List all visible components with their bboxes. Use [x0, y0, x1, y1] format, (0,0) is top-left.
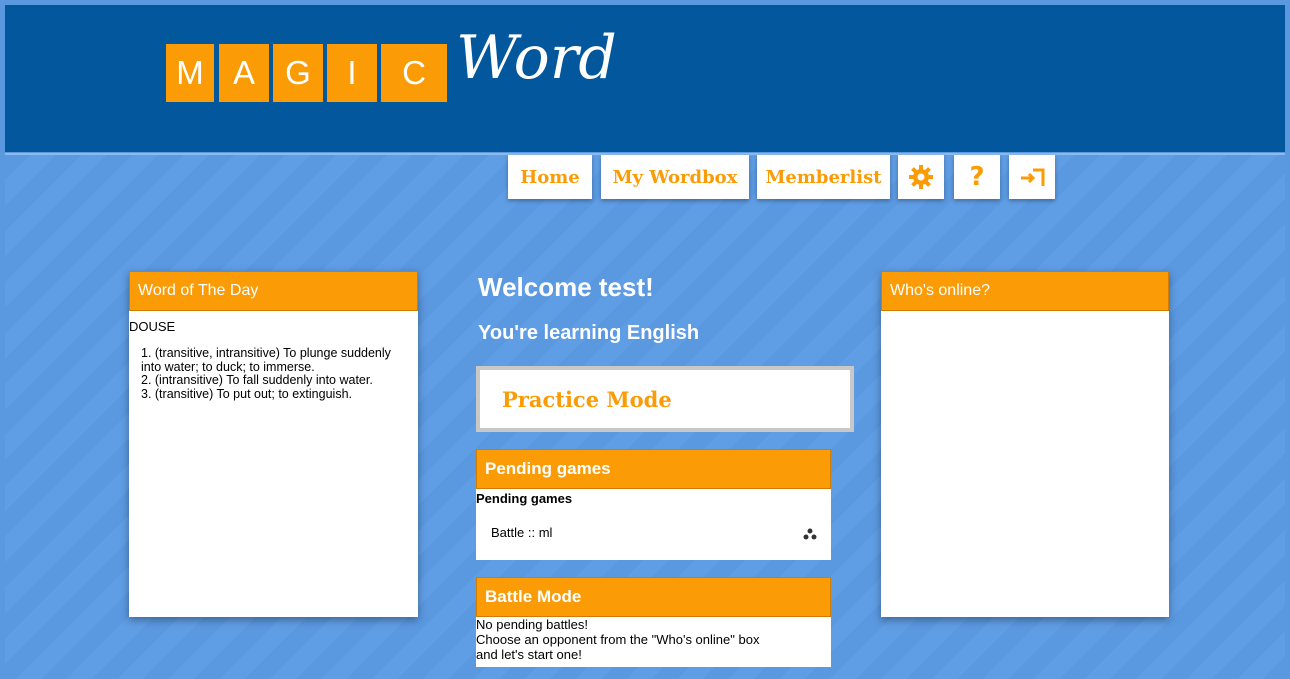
logout-icon [1021, 168, 1045, 186]
nav-memberlist-button[interactable]: Memberlist [757, 155, 890, 199]
pending-game-row[interactable]: Battle :: ml [476, 525, 831, 549]
whos-online-panel: Who's online? [881, 271, 1169, 617]
definition-item: 2. (intransitive) To fall suddenly into … [141, 373, 373, 387]
logout-button[interactable] [1009, 155, 1055, 199]
definition-item: 1. (transitive, intransitive) To plunge … [141, 346, 391, 374]
welcome-title: Welcome test! [478, 272, 654, 302]
gear-icon [909, 165, 933, 189]
battle-mode-panel: Battle Mode No pending battles! Choose a… [476, 577, 831, 667]
battle-mode-header: Battle Mode [476, 577, 831, 617]
players-icon [803, 528, 817, 540]
logo-letter-m: M [166, 44, 214, 102]
whos-online-header: Who's online? [881, 271, 1169, 311]
battle-line-2: Choose an opponent from the "Who's onlin… [476, 632, 760, 647]
battle-mode-text: No pending battles! Choose an opponent f… [476, 617, 831, 662]
nav-home-button[interactable]: Home [508, 155, 592, 199]
battle-line-1: No pending battles! [476, 617, 589, 632]
battle-line-3: and let's start one! [476, 647, 582, 662]
help-button[interactable]: ? [954, 155, 1000, 199]
word-of-day-panel: Word of The Day DOUSE 1. (transitive, in… [129, 271, 418, 617]
word-of-day-definitions: 1. (transitive, intransitive) To plunge … [141, 346, 400, 401]
learning-subtitle: You're learning English [478, 322, 700, 344]
pending-game-name: Battle :: ml [491, 525, 553, 540]
help-icon: ? [969, 162, 985, 192]
definition-item: 3. (transitive) To put out; to extinguis… [141, 386, 352, 401]
practice-mode-button[interactable]: Practice Mode [476, 366, 854, 432]
word-of-day-word: DOUSE [129, 319, 176, 334]
pending-games-header: Pending games [476, 449, 831, 489]
logo-word: Word [456, 23, 617, 93]
logo-letter-a: A [219, 44, 269, 102]
logo-letter-i: I [327, 44, 377, 102]
logo-letter-g: G [273, 44, 323, 102]
pending-games-panel: Pending games Pending games Battle :: ml [476, 449, 831, 560]
logo-letter-c: C [381, 44, 447, 102]
settings-button[interactable] [898, 155, 944, 199]
nav-wordbox-button[interactable]: My Wordbox [601, 155, 749, 199]
practice-mode-label: Practice Mode [502, 386, 672, 412]
word-of-day-header: Word of The Day [129, 271, 418, 311]
pending-games-label: Pending games [476, 491, 573, 506]
